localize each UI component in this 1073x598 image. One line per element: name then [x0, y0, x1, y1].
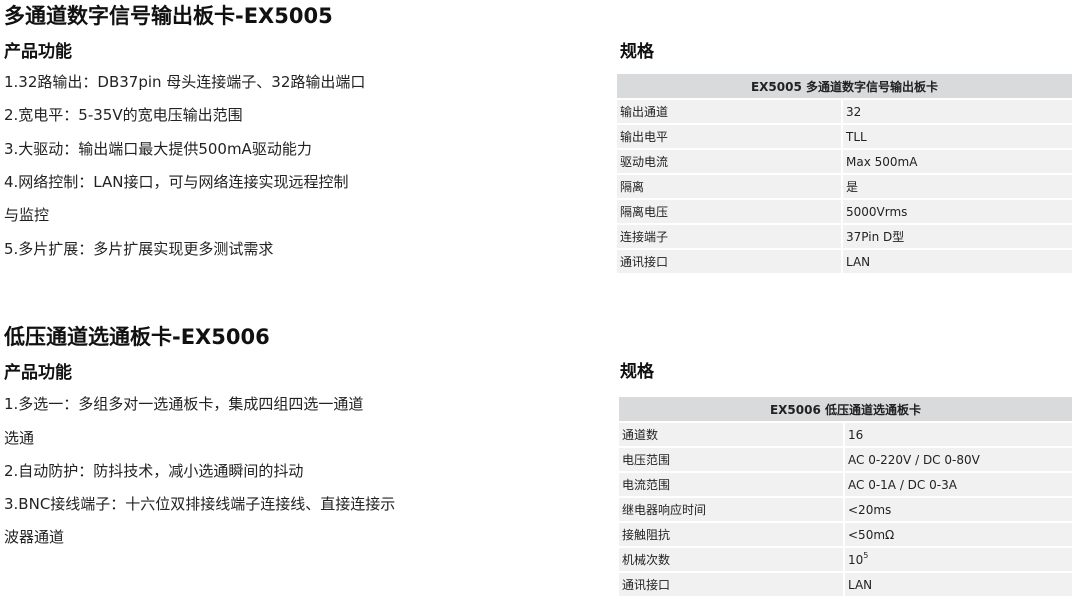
- table-row: 输出通道 32: [617, 99, 1072, 125]
- section1-feature-4: 4.网络控制：LAN接口，可与网络连接实现远程控制: [4, 173, 349, 191]
- section1-feature-1: 1.32路输出：DB37pin 母头连接端子、32路输出端口: [4, 73, 366, 91]
- table-row: 连接端子 37Pin D型: [617, 224, 1072, 250]
- section2-spec-heading: 规格: [620, 362, 654, 382]
- section2-table-header: EX5006 低压通道选通板卡: [619, 397, 1072, 423]
- section2-features-heading: 产品功能: [4, 363, 72, 383]
- section1-feature-3: 3.大驱动：输出端口最大提供500mA驱动能力: [4, 140, 312, 158]
- section2-feature-1: 1.多选一：多组多对一选通板卡，集成四组四选一通道: [4, 395, 364, 413]
- section1-table-header: EX5005 多通道数字信号输出板卡: [617, 74, 1072, 100]
- table-row: 隔离电压 5000Vrms: [617, 199, 1072, 225]
- table-row: 接触阻抗 <50mΩ: [619, 522, 1072, 548]
- section2-feature-3: 3.BNC接线端子：十六位双排接线端子连接线、直接连接示: [4, 495, 396, 513]
- section1-feature-4-cont: 与监控: [4, 206, 50, 224]
- section2-spec-table: EX5006 低压通道选通板卡 通道数 16 电压范围 AC 0-220V / DC…: [619, 397, 1072, 598]
- table-row: 通讯接口 LAN: [619, 572, 1072, 598]
- exponent: 5: [863, 550, 869, 560]
- section1-title: 多通道数字信号输出板卡-EX5005: [4, 4, 333, 28]
- section1-features-heading: 产品功能: [4, 42, 72, 62]
- section1-spec-heading: 规格: [620, 42, 654, 62]
- section1-spec-table: EX5005 多通道数字信号输出板卡 输出通道 32 输出电平 TLL 驱动电流 Ma…: [617, 74, 1072, 275]
- section1-feature-2: 2.宽电平：5-35V的宽电压输出范围: [4, 106, 243, 124]
- section2-title: 低压通道选通板卡-EX5006: [4, 325, 270, 349]
- table-row: 隔离是: [617, 174, 1072, 200]
- table-row: 驱动电流 Max 500mA: [617, 149, 1072, 175]
- section2-feature-2: 2.自动防护：防抖技术，减小选通瞬间的抖动: [4, 462, 304, 480]
- section2-feature-1-cont: 选通: [4, 429, 35, 447]
- table-row: 电压范围 AC 0-220V / DC 0-80V: [619, 447, 1072, 473]
- table-row: 通讯接口 LAN: [617, 249, 1072, 275]
- table-row: 机械次数 105: [619, 547, 1072, 573]
- section2-feature-3-cont: 波器通道: [4, 528, 65, 546]
- table-row: 继电器响应时间 <20ms: [619, 497, 1072, 523]
- section1-feature-5: 5.多片扩展：多片扩展实现更多测试需求: [4, 240, 274, 258]
- table-row: 通道数 16: [619, 422, 1072, 448]
- table-row: 输出电平 TLL: [617, 124, 1072, 150]
- table-row: 电流范围 AC 0-1A / DC 0-3A: [619, 472, 1072, 498]
